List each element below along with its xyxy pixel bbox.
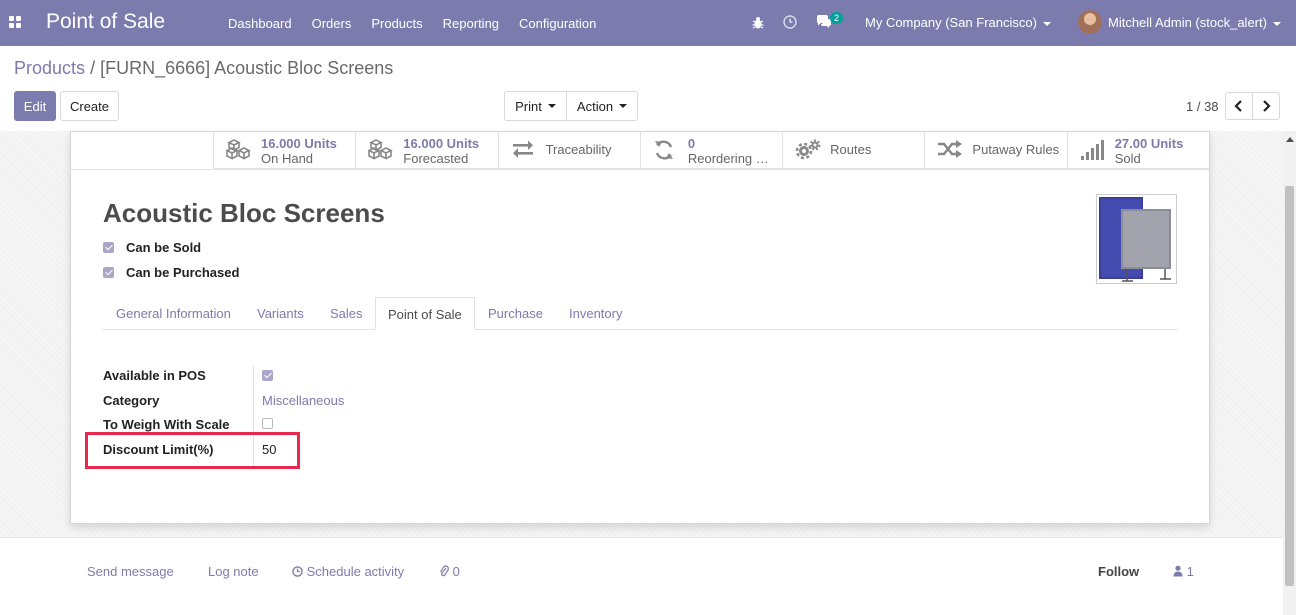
pager-previous-button[interactable] (1225, 92, 1253, 120)
app-title[interactable]: Point of Sale (46, 10, 165, 34)
tab-general-information[interactable]: General Information (116, 297, 231, 330)
clock-icon (292, 566, 303, 577)
attachments-button[interactable]: 0 (439, 564, 460, 579)
chevron-left-icon (1234, 100, 1242, 112)
sold-button[interactable]: 27.00 Units Sold (1066, 131, 1209, 169)
tab-sales[interactable]: Sales (330, 297, 363, 330)
followers-count: 1 (1186, 564, 1194, 579)
attachments-count: 0 (452, 564, 460, 579)
menu-products[interactable]: Products (361, 16, 432, 31)
reordering-label: Reordering … (687, 151, 769, 166)
menu-dashboard[interactable]: Dashboard (218, 16, 302, 31)
messages-count-badge: 2 (830, 12, 844, 24)
category-value-link[interactable]: Miscellaneous (262, 393, 344, 408)
exchange-icon (512, 140, 533, 158)
sold-label: Sold (1114, 151, 1141, 166)
cubes-icon (226, 139, 251, 160)
followers-button[interactable]: 1 (1173, 564, 1194, 579)
cubes-icon (368, 139, 394, 160)
chatter-divider (0, 537, 1283, 538)
user-icon (1173, 565, 1183, 577)
user-avatar[interactable] (1078, 10, 1102, 34)
can-be-sold-checkbox[interactable] (103, 242, 114, 253)
forecasted-label: Forecasted (403, 151, 469, 166)
log-note-button[interactable]: Log note (208, 564, 259, 579)
cogs-icon (795, 139, 821, 160)
send-message-button[interactable]: Send message (87, 564, 174, 579)
can-be-purchased-label: Can be Purchased (126, 265, 240, 280)
schedule-activity-button[interactable]: Schedule activity (292, 564, 404, 579)
smart-button-box: 16.000 Units On Hand 16.000 Units Foreca… (213, 131, 1209, 169)
refresh-icon (654, 140, 673, 160)
to-weigh-with-scale-label: To Weigh With Scale (103, 417, 230, 432)
traceability-button[interactable]: Traceability (497, 131, 640, 169)
can-be-sold-label: Can be Sold (126, 240, 202, 255)
user-name: Mitchell Admin (stock_alert) (1108, 15, 1267, 30)
action-dropdown[interactable]: Action (566, 91, 638, 121)
on-hand-value: 16.000 Units (261, 136, 337, 151)
pager-next-button[interactable] (1252, 92, 1280, 120)
reordering-value: 0 (687, 136, 696, 151)
debug-bug-icon[interactable] (752, 16, 764, 29)
create-button[interactable]: Create (60, 91, 119, 121)
print-label: Print (515, 98, 542, 114)
available-in-pos-label: Available in POS (103, 368, 206, 383)
top-navbar: Point of Sale Dashboard Orders Products … (0, 0, 1296, 46)
paperclip-icon (439, 565, 449, 577)
breadcrumb-separator: / (90, 58, 96, 78)
breadcrumb-current: [FURN_6666] Acoustic Bloc Screens (100, 58, 394, 78)
menu-reporting[interactable]: Reporting (433, 16, 509, 31)
reordering-rules-button[interactable]: 0 Reordering … (639, 131, 782, 169)
scroll-up-arrow-icon[interactable] (1286, 137, 1294, 142)
product-name[interactable]: Acoustic Bloc Screens (103, 198, 385, 229)
routes-button[interactable]: Routes (782, 131, 924, 169)
tab-inventory[interactable]: Inventory (569, 297, 622, 330)
category-label: Category (103, 393, 160, 408)
action-caret-icon (619, 104, 628, 108)
top-menu: Dashboard Orders Products Reporting Conf… (218, 0, 606, 46)
apps-menu-icon[interactable] (9, 16, 21, 28)
can-be-purchased-checkbox[interactable] (103, 267, 114, 278)
available-in-pos-checkbox[interactable] (262, 370, 273, 381)
print-caret-icon (547, 104, 556, 108)
menu-orders[interactable]: Orders (302, 16, 362, 31)
traceability-label: Traceability (545, 142, 612, 157)
edit-button[interactable]: Edit (14, 91, 56, 121)
discount-limit-highlight-box (85, 432, 300, 469)
forecasted-value: 16.000 Units (403, 136, 480, 151)
to-weigh-with-scale-checkbox[interactable] (262, 418, 273, 429)
print-dropdown[interactable]: Print (504, 91, 567, 121)
forecasted-button[interactable]: 16.000 Units Forecasted (355, 131, 497, 169)
button-box-divider (70, 169, 1210, 170)
breadcrumb-products-link[interactable]: Products (14, 58, 85, 78)
menu-configuration[interactable]: Configuration (509, 16, 606, 31)
putaway-rules-label: Putaway Rules (972, 142, 1060, 157)
chevron-right-icon (1263, 100, 1271, 112)
company-caret-icon (1042, 21, 1051, 26)
sold-value: 27.00 Units (1114, 136, 1184, 151)
follow-button[interactable]: Follow (1098, 564, 1139, 579)
breadcrumb: Products / [FURN_6666] Acoustic Bloc Scr… (14, 58, 393, 79)
pager-value[interactable]: 1 / 38 (1186, 99, 1219, 114)
notebook-tabs: General Information Variants Sales Point… (103, 297, 1177, 330)
company-name: My Company (San Francisco) (865, 15, 1037, 30)
signal-icon (1080, 140, 1104, 160)
user-menu[interactable]: Mitchell Admin (stock_alert) (1108, 15, 1281, 30)
routes-label: Routes (830, 142, 872, 157)
action-label: Action (576, 98, 614, 114)
product-image[interactable] (1096, 194, 1177, 284)
random-icon (938, 140, 963, 158)
schedule-activity-label: Schedule activity (306, 564, 405, 579)
on-hand-label: On Hand (261, 151, 314, 166)
scrollbar-thumb[interactable] (1285, 186, 1294, 586)
tab-variants[interactable]: Variants (257, 297, 304, 330)
on-hand-button[interactable]: 16.000 Units On Hand (213, 131, 355, 169)
user-caret-icon (1272, 21, 1281, 26)
company-switcher[interactable]: My Company (San Francisco) (865, 15, 1051, 30)
tab-point-of-sale[interactable]: Point of Sale (375, 297, 475, 330)
activity-clock-icon[interactable] (783, 15, 797, 29)
tab-purchase[interactable]: Purchase (488, 297, 543, 330)
putaway-rules-button[interactable]: Putaway Rules (924, 131, 1066, 169)
acoustic-screen-picture (1099, 197, 1171, 282)
